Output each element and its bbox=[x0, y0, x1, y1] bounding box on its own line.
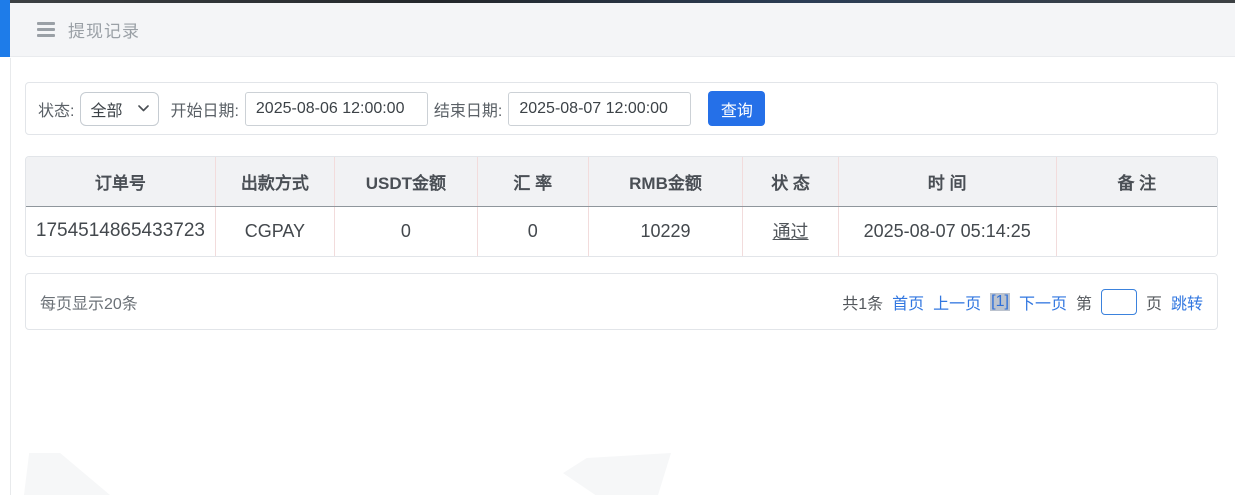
page-prefix-label: 第 bbox=[1076, 290, 1092, 314]
col-header-usdt-amount: USDT金额 bbox=[334, 157, 477, 206]
col-header-order-no: 订单号 bbox=[26, 157, 215, 206]
col-header-time: 时 间 bbox=[838, 157, 1056, 206]
status-label: 状态: bbox=[38, 97, 74, 121]
next-page-link[interactable]: 下一页 bbox=[1019, 290, 1067, 314]
col-header-remark: 备 注 bbox=[1056, 157, 1217, 206]
page-title: 提现记录 bbox=[68, 17, 140, 42]
per-page-text: 每页显示20条 bbox=[40, 290, 138, 314]
end-date-input[interactable] bbox=[508, 92, 691, 126]
first-page-link[interactable]: 首页 bbox=[892, 290, 924, 314]
col-header-status: 状 态 bbox=[743, 157, 838, 206]
table-row: 1754514865433723 CGPAY 0 0 10229 通过 2025… bbox=[26, 206, 1217, 256]
pagination-panel: 每页显示20条 共1条 首页 上一页 [1] 下一页 第 页 跳转 bbox=[25, 273, 1218, 330]
prev-page-link[interactable]: 上一页 bbox=[933, 290, 981, 314]
cell-order-no: 1754514865433723 bbox=[26, 206, 215, 256]
chevron-down-icon bbox=[138, 105, 149, 112]
status-link[interactable]: 通过 bbox=[773, 222, 809, 242]
col-header-exchange-rate: 汇 率 bbox=[477, 157, 588, 206]
page-number-input[interactable] bbox=[1101, 289, 1137, 315]
cell-time: 2025-08-07 05:14:25 bbox=[838, 206, 1056, 256]
jump-link[interactable]: 跳转 bbox=[1171, 290, 1203, 314]
brand-accent-strip bbox=[0, 0, 10, 57]
menu-icon[interactable] bbox=[37, 22, 55, 37]
end-date-label: 结束日期: bbox=[434, 97, 502, 121]
records-table: 订单号 出款方式 USDT金额 汇 率 RMB金额 状 态 时 间 备 注 17… bbox=[26, 157, 1217, 256]
cell-usdt-amount: 0 bbox=[334, 206, 477, 256]
topbar: 提现记录 bbox=[10, 3, 1235, 57]
current-page-indicator[interactable]: [1] bbox=[990, 293, 1010, 311]
cell-exchange-rate: 0 bbox=[477, 206, 588, 256]
start-date-label: 开始日期: bbox=[170, 97, 238, 121]
filter-panel: 状态: 全部 开始日期: 结束日期: 查询 bbox=[25, 82, 1218, 135]
status-select-value: 全部 bbox=[90, 97, 122, 121]
content-area: 状态: 全部 开始日期: 结束日期: 查询 订单号 出款方式 USDT金额 汇 bbox=[10, 58, 1235, 495]
pager: 共1条 首页 上一页 [1] 下一页 第 页 跳转 bbox=[842, 289, 1203, 315]
cell-remark bbox=[1056, 206, 1217, 256]
total-count-text: 共1条 bbox=[842, 290, 883, 314]
col-header-rmb-amount: RMB金额 bbox=[588, 157, 743, 206]
status-select[interactable]: 全部 bbox=[80, 92, 159, 126]
query-button[interactable]: 查询 bbox=[708, 91, 765, 126]
cell-payout-method: CGPAY bbox=[215, 206, 334, 256]
cell-rmb-amount: 10229 bbox=[588, 206, 743, 256]
table-header-row: 订单号 出款方式 USDT金额 汇 率 RMB金额 状 态 时 间 备 注 bbox=[26, 157, 1217, 206]
cell-status: 通过 bbox=[743, 206, 838, 256]
records-table-panel: 订单号 出款方式 USDT金额 汇 率 RMB金额 状 态 时 间 备 注 17… bbox=[25, 156, 1218, 257]
col-header-payout-method: 出款方式 bbox=[215, 157, 334, 206]
page-suffix-label: 页 bbox=[1146, 290, 1162, 314]
start-date-input[interactable] bbox=[245, 92, 428, 126]
